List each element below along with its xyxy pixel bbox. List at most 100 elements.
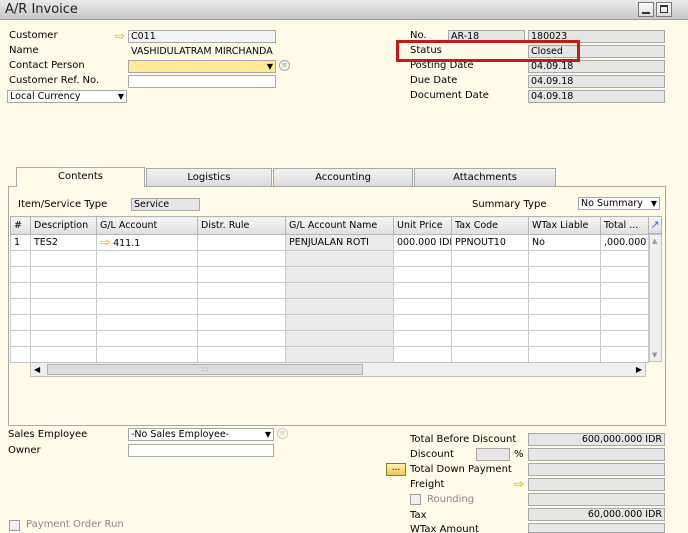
item-service-type-label: Item/Service Type xyxy=(18,199,108,210)
col-header-number[interactable]: # xyxy=(10,216,31,235)
scroll-up-icon[interactable]: ▲ xyxy=(652,237,657,245)
discount-label: Discount xyxy=(410,449,454,460)
due-date-label: Due Date xyxy=(410,75,458,86)
window-title: A/R Invoice xyxy=(5,2,78,17)
summary-type-dropdown[interactable]: No Summary ▼ xyxy=(578,197,660,210)
table-row[interactable] xyxy=(10,282,649,299)
scroll-right-icon[interactable]: ▶ xyxy=(636,365,642,374)
horizontal-scrollbar[interactable]: ◀ ::: ▶ xyxy=(30,362,646,377)
maximize-icon xyxy=(660,5,668,13)
summary-type-value: No Summary xyxy=(581,198,643,209)
customer-ref-field[interactable] xyxy=(128,75,276,88)
col-header-unit-price[interactable]: Unit Price xyxy=(393,216,452,235)
info-icon[interactable]: ≡ xyxy=(279,60,290,71)
scroll-down-icon[interactable]: ▼ xyxy=(652,351,657,359)
cell-number[interactable]: 1 xyxy=(10,234,31,251)
total-down-payment-label: Total Down Payment xyxy=(410,464,512,475)
col-header-distr-rule[interactable]: Distr. Rule xyxy=(197,216,286,235)
currency-value: Local Currency xyxy=(10,91,81,102)
minimize-button[interactable] xyxy=(638,2,654,17)
info-icon[interactable]: ≡ xyxy=(277,428,288,439)
sales-employee-value: -No Sales Employee- xyxy=(131,429,230,440)
down-payment-button[interactable]: ... xyxy=(386,463,406,476)
col-header-tax-code[interactable]: Tax Code xyxy=(451,216,529,235)
cell-distr-rule[interactable] xyxy=(197,234,286,251)
discount-amount-field[interactable] xyxy=(528,448,665,461)
name-field[interactable]: VASHIDULATRAM MIRCHANDA xyxy=(128,45,276,58)
name-label: Name xyxy=(9,45,39,56)
maximize-button[interactable] xyxy=(656,2,672,17)
rounding-label: Rounding xyxy=(427,494,475,505)
rounding-checkbox[interactable] xyxy=(410,494,421,505)
scroll-thumb[interactable]: ::: xyxy=(47,364,363,375)
minimize-icon xyxy=(642,12,650,14)
cell-wtax-liable[interactable]: No xyxy=(528,234,601,251)
col-header-gl-account[interactable]: G/L Account xyxy=(96,216,198,235)
contact-person-dropdown[interactable]: ▼ xyxy=(128,60,276,73)
currency-dropdown[interactable]: Local Currency ▼ xyxy=(7,90,127,103)
due-date-field[interactable]: 04.09.18 xyxy=(528,75,665,88)
vertical-scrollbar[interactable]: ▲ ▼ xyxy=(649,234,662,362)
cell-unit-price[interactable]: 000.000 IDR xyxy=(393,234,452,251)
summary-type-label: Summary Type xyxy=(472,199,547,210)
link-arrow-icon[interactable]: ⇨ xyxy=(115,30,125,42)
table-row[interactable]: 1 TES2 ⇨ 411.1 PENJUALAN ROTI 000.000 ID… xyxy=(10,234,649,251)
total-down-payment-field[interactable] xyxy=(528,463,665,476)
document-date-field[interactable]: 04.09.18 xyxy=(528,90,665,103)
customer-field[interactable]: C011 xyxy=(128,30,276,43)
chevron-down-icon: ▼ xyxy=(650,199,657,208)
table-row[interactable] xyxy=(10,266,649,283)
col-header-total[interactable]: Total ... xyxy=(600,216,649,235)
col-header-description[interactable]: Description xyxy=(30,216,97,235)
cell-gl-account-name[interactable]: PENJUALAN ROTI xyxy=(285,234,394,251)
chevron-down-icon: ▼ xyxy=(266,62,273,71)
rounding-field[interactable] xyxy=(528,493,665,506)
document-date-label: Document Date xyxy=(410,90,489,101)
percent-sign: % xyxy=(514,449,524,460)
table-row[interactable] xyxy=(10,250,649,267)
total-before-discount-field[interactable]: 600,000.000 IDR xyxy=(528,433,665,446)
tab-logistics[interactable]: Logistics xyxy=(146,168,272,186)
expand-columns-icon[interactable]: ↗ xyxy=(648,216,662,234)
col-header-wtax-liable[interactable]: WTax Liable xyxy=(528,216,601,235)
title-bar: A/R Invoice xyxy=(0,0,688,20)
cell-tax-code[interactable]: PPNOUT10 xyxy=(451,234,529,251)
scroll-left-icon[interactable]: ◀ xyxy=(34,365,40,374)
table-row[interactable] xyxy=(10,330,649,347)
chevron-down-icon: ▼ xyxy=(117,92,124,101)
discount-percent-field[interactable] xyxy=(476,448,510,461)
link-arrow-icon[interactable]: ⇨ xyxy=(100,236,110,249)
tab-attachments[interactable]: Attachments xyxy=(414,168,556,186)
sales-employee-label: Sales Employee xyxy=(8,429,88,440)
table-row[interactable] xyxy=(10,346,649,363)
customer-label: Customer xyxy=(9,30,58,41)
cell-gl-account[interactable]: ⇨ 411.1 xyxy=(96,234,198,251)
grid-header-row: # Description G/L Account Distr. Rule G/… xyxy=(10,216,649,235)
sales-employee-dropdown[interactable]: -No Sales Employee- ▼ xyxy=(128,428,274,441)
freight-label: Freight xyxy=(410,479,445,490)
status-highlight-box xyxy=(396,40,580,62)
payment-order-run-checkbox[interactable] xyxy=(9,520,20,531)
freight-field[interactable] xyxy=(528,478,665,491)
wtax-amount-label: WTax Amount xyxy=(410,524,479,533)
owner-field[interactable] xyxy=(128,444,274,457)
contact-person-label: Contact Person xyxy=(9,60,85,71)
tax-field[interactable]: 60,000.000 IDR xyxy=(528,508,665,521)
col-header-gl-account-name[interactable]: G/L Account Name xyxy=(285,216,394,235)
wtax-amount-field[interactable] xyxy=(528,523,665,533)
customer-ref-label: Customer Ref. No. xyxy=(9,75,100,86)
owner-label: Owner xyxy=(8,445,41,456)
line-items-grid: # Description G/L Account Distr. Rule G/… xyxy=(10,216,650,363)
table-row[interactable] xyxy=(10,314,649,331)
gl-account-value: 411.1 xyxy=(113,237,141,249)
tab-accounting[interactable]: Accounting xyxy=(273,168,413,186)
payment-order-run-label: Payment Order Run xyxy=(26,519,124,530)
item-service-type-field[interactable]: Service xyxy=(131,198,200,211)
table-row[interactable] xyxy=(10,298,649,315)
cell-description[interactable]: TES2 xyxy=(30,234,97,251)
link-arrow-icon[interactable]: ⇨ xyxy=(514,478,524,490)
chevron-down-icon: ▼ xyxy=(264,430,271,439)
tab-contents[interactable]: Contents xyxy=(16,167,145,187)
cell-total[interactable]: ,000.000 I xyxy=(600,234,649,251)
total-before-discount-label: Total Before Discount xyxy=(410,434,517,445)
